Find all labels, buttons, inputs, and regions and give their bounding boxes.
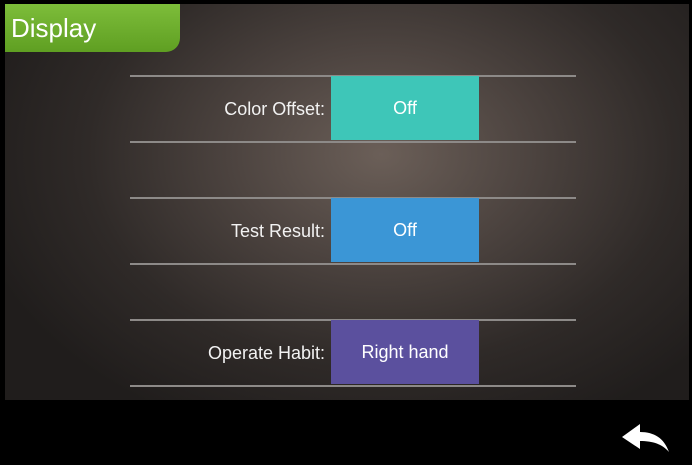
operate-habit-button[interactable]: Right hand [331, 320, 479, 384]
display-settings-screen: Display Color Offset: Off Test Result: O… [0, 0, 692, 465]
color-offset-label: Color Offset: [224, 99, 325, 119]
divider [130, 263, 576, 265]
test-result-button[interactable]: Off [331, 198, 479, 262]
divider [130, 141, 576, 143]
setting-row-color-offset: Color Offset: Off [130, 75, 576, 143]
test-result-label: Test Result: [230, 221, 325, 241]
bottom-bar [0, 400, 692, 465]
back-arrow-icon [622, 424, 669, 452]
main-panel: Display Color Offset: Off Test Result: O… [5, 4, 689, 400]
color-offset-button[interactable]: Off [331, 76, 479, 140]
operate-habit-label: Operate Habit: [207, 343, 325, 363]
divider [130, 385, 576, 387]
page-title: Display [5, 4, 180, 52]
setting-row-test-result: Test Result: Off [130, 197, 576, 265]
setting-row-operate-habit: Operate Habit: Right hand [130, 319, 576, 387]
back-button[interactable] [620, 420, 672, 460]
